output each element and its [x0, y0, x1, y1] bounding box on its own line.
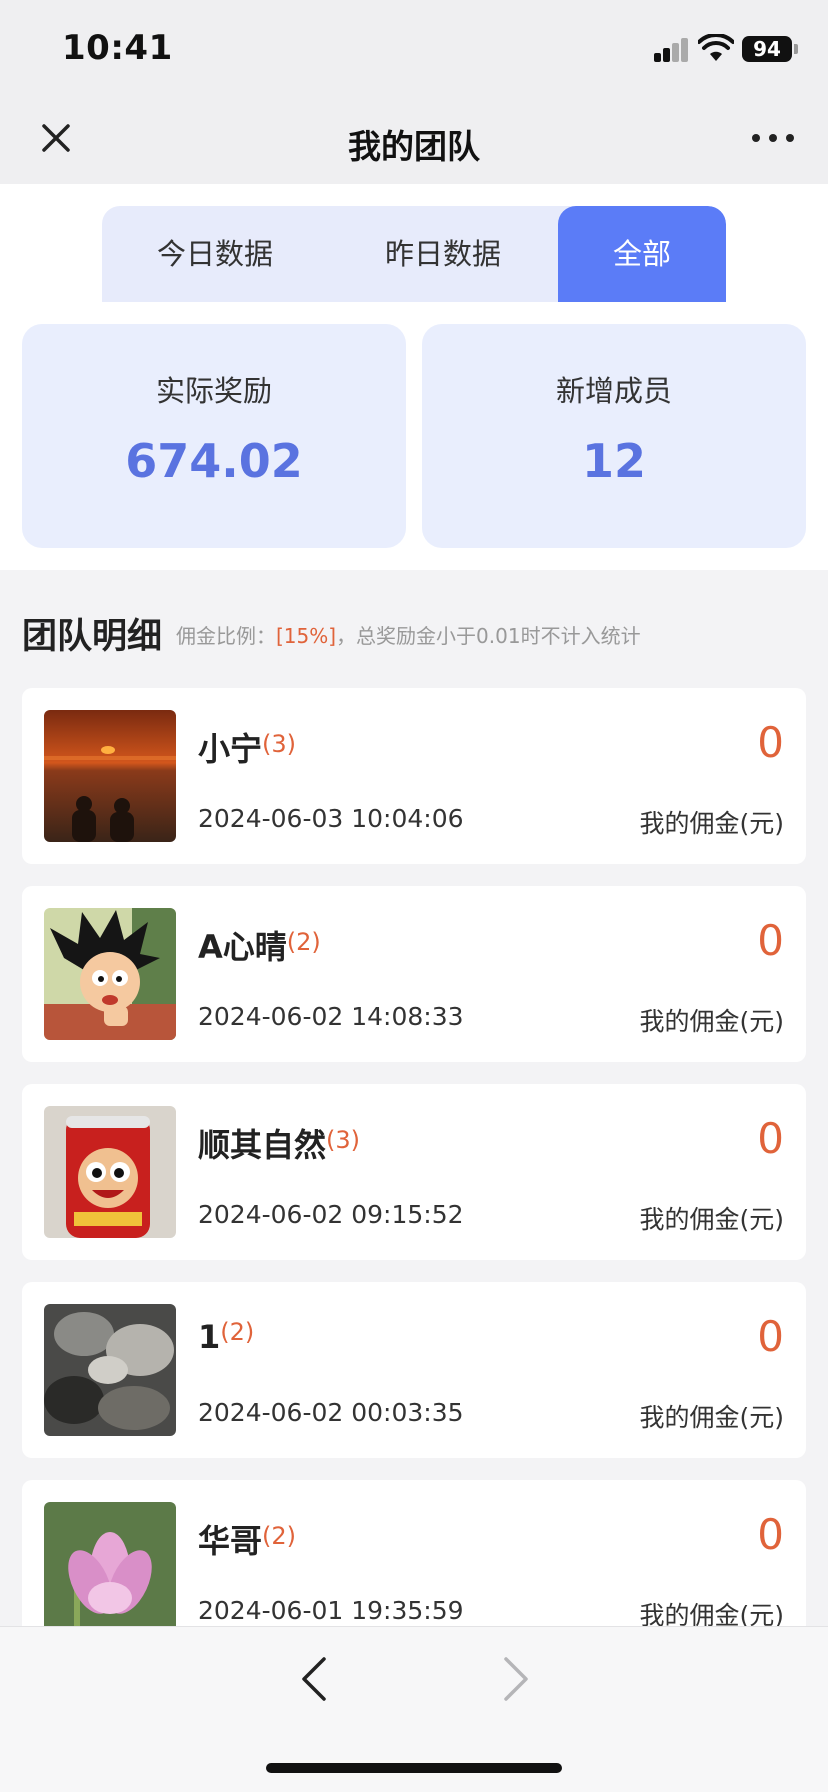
- member-name-text: 小宁: [198, 730, 263, 768]
- avatar: [44, 908, 176, 1040]
- avatar: [44, 1502, 176, 1634]
- member-count: (2): [286, 928, 321, 956]
- red-can-avatar: [44, 1106, 176, 1238]
- member-count: (3): [262, 730, 297, 758]
- member-count: (2): [220, 1318, 255, 1346]
- summary-panel: 今日数据 昨日数据 全部 实际奖励 674.02 新增成员 12: [0, 184, 828, 570]
- status-bar: 10:41 94: [0, 0, 828, 96]
- sunset-photo-avatar: [44, 710, 176, 842]
- commission-amount: 0: [757, 1312, 784, 1361]
- member-count: (3): [326, 1126, 361, 1154]
- member-date: 2024-06-01 19:35:59: [198, 1596, 464, 1625]
- lotus-flower-avatar: [44, 1502, 176, 1634]
- stat-label: 实际奖励: [155, 374, 272, 408]
- commission-amount: 0: [757, 1114, 784, 1163]
- browser-toolbar: [0, 1626, 828, 1792]
- member-date: 2024-06-02 14:08:33: [198, 1002, 464, 1031]
- member-name-text: 顺其自然: [198, 1126, 327, 1164]
- home-indicator: [266, 1763, 562, 1773]
- member-count: (2): [262, 1522, 297, 1550]
- stat-value: 12: [581, 434, 646, 488]
- page-title: 我的团队: [348, 127, 480, 166]
- stat-card-new-members: 新增成员 12: [422, 324, 806, 548]
- member-card[interactable]: A心晴(2) 2024-06-02 14:08:33 0 我的佣金(元): [22, 886, 806, 1062]
- section-title: 团队明细: [22, 617, 163, 657]
- battery-icon: [794, 44, 798, 54]
- stat-value: 674.02: [125, 434, 303, 488]
- avatar: [44, 710, 176, 842]
- commission-amount: 0: [757, 1510, 784, 1559]
- battery-level: 94: [742, 36, 792, 62]
- stat-label: 新增成员: [555, 374, 672, 408]
- team-detail-header: 团队明细 佣金比例：[15%]，总奖励金小于0.01时不计入统计: [22, 608, 812, 658]
- avatar: [44, 1304, 176, 1436]
- note-prefix: 佣金比例：: [176, 624, 276, 648]
- member-card[interactable]: 1(2) 2024-06-02 00:03:35 0 我的佣金(元): [22, 1282, 806, 1458]
- member-name: 顺其自然(3): [198, 1120, 360, 1166]
- forward-arrow-icon[interactable]: [496, 1653, 536, 1705]
- member-name-text: 1: [198, 1318, 221, 1356]
- commission-amount: 0: [757, 916, 784, 965]
- commission-label: 我的佣金(元): [639, 1205, 784, 1234]
- member-name-text: 华哥: [198, 1522, 263, 1560]
- note-suffix: ，总奖励金小于0.01时不计入统计: [336, 624, 641, 648]
- member-name: 华哥(2): [198, 1516, 296, 1562]
- period-tabs: 今日数据 昨日数据 全部: [102, 206, 726, 302]
- commission-amount: 0: [757, 718, 784, 767]
- commission-note: 佣金比例：[15%]，总奖励金小于0.01时不计入统计: [176, 620, 641, 649]
- member-name: 小宁(3): [198, 724, 296, 770]
- status-time: 10:41: [62, 28, 173, 68]
- tab-today[interactable]: 今日数据: [102, 206, 328, 302]
- member-name-text: A心晴: [198, 928, 287, 966]
- commission-label: 我的佣金(元): [639, 1007, 784, 1036]
- commission-label: 我的佣金(元): [639, 1403, 784, 1432]
- member-card[interactable]: 小宁(3) 2024-06-03 10:04:06 0 我的佣金(元): [22, 688, 806, 864]
- member-date: 2024-06-03 10:04:06: [198, 804, 464, 833]
- tab-all[interactable]: 全部: [558, 206, 726, 302]
- more-icon[interactable]: [748, 118, 798, 158]
- commission-label: 我的佣金(元): [639, 809, 784, 838]
- tab-yesterday[interactable]: 昨日数据: [328, 206, 558, 302]
- commission-rate: [15%]: [276, 624, 337, 648]
- back-arrow-icon[interactable]: [294, 1653, 334, 1705]
- cellular-signal-icon: [654, 38, 688, 62]
- member-name: A心晴(2): [198, 922, 321, 968]
- member-card[interactable]: 顺其自然(3) 2024-06-02 09:15:52 0 我的佣金(元): [22, 1084, 806, 1260]
- avatar: [44, 1106, 176, 1238]
- member-name: 1(2): [198, 1318, 254, 1356]
- stat-card-reward: 实际奖励 674.02: [22, 324, 406, 548]
- rocks-photo-avatar: [44, 1304, 176, 1436]
- wifi-icon: [698, 34, 734, 61]
- member-date: 2024-06-02 09:15:52: [198, 1200, 464, 1229]
- nav-bar: 我的团队: [0, 96, 828, 184]
- member-date: 2024-06-02 00:03:35: [198, 1398, 464, 1427]
- cartoon-boy-avatar: [44, 908, 176, 1040]
